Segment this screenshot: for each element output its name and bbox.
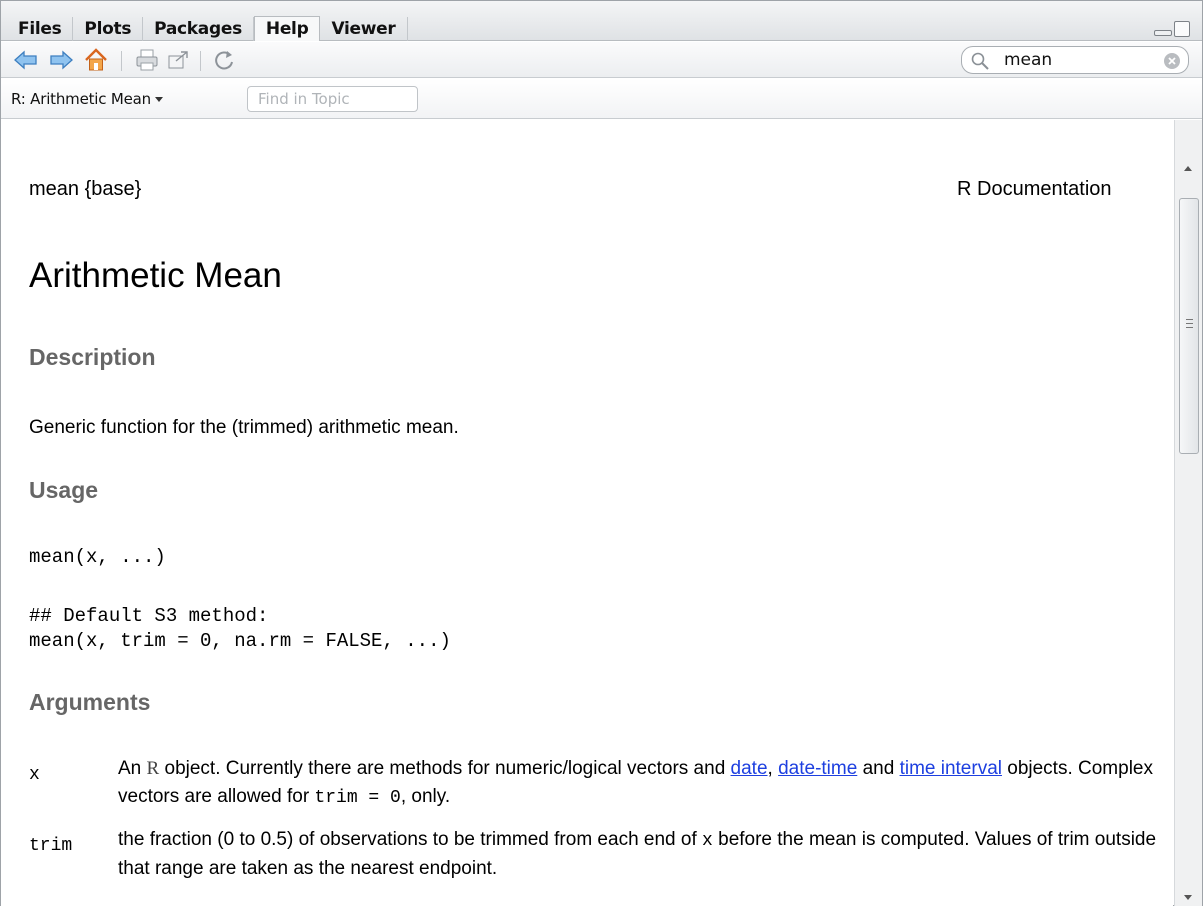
argument-description: the fraction (0 to 0.5) of observations … xyxy=(118,826,1158,883)
page-title: Arithmetic Mean xyxy=(29,256,282,295)
find-in-topic-input[interactable] xyxy=(247,86,418,112)
open-in-window-icon[interactable] xyxy=(166,47,192,73)
search-icon xyxy=(970,51,990,71)
scrollbar-thumb[interactable] xyxy=(1179,198,1199,454)
inline-code: x xyxy=(702,831,713,851)
vertical-scrollbar[interactable] xyxy=(1174,120,1202,906)
doc-source-label: R Documentation xyxy=(957,178,1112,200)
topic-history-dropdown[interactable]: R: Arithmetic Mean xyxy=(11,88,163,110)
forward-arrow-icon[interactable] xyxy=(48,47,74,73)
link-date-time[interactable]: date-time xyxy=(778,758,857,779)
home-icon[interactable] xyxy=(83,47,109,73)
argument-description: An R object. Currently there are methods… xyxy=(118,755,1158,812)
toolbar-separator xyxy=(200,51,201,71)
argument-name: trim xyxy=(29,836,73,856)
description-heading: Description xyxy=(29,344,156,370)
window-controls xyxy=(1154,21,1192,39)
scroll-up-arrow-icon[interactable] xyxy=(1184,166,1192,171)
text-span: the fraction (0 to 0.5) of observations … xyxy=(118,829,703,850)
help-toolbar xyxy=(1,42,1202,78)
tab-packages[interactable]: Packages xyxy=(143,17,254,41)
scroll-down-arrow-icon[interactable] xyxy=(1184,895,1192,900)
link-time-interval[interactable]: time interval xyxy=(900,758,1002,779)
grip-icon xyxy=(1186,319,1193,328)
chevron-down-icon xyxy=(154,97,163,102)
topic-bar: R: Arithmetic Mean xyxy=(1,79,1202,119)
tab-plots[interactable]: Plots xyxy=(73,17,144,41)
text-span: , xyxy=(767,758,779,779)
help-search-box xyxy=(961,46,1189,74)
tab-files[interactable]: Files xyxy=(13,17,74,41)
description-text: Generic function for the (trimmed) arith… xyxy=(29,417,459,438)
help-pane: Files Plots Packages Help Viewer mean R:… xyxy=(0,0,1203,906)
text-span: object. Currently there are methods for … xyxy=(159,758,731,779)
text-span: , only. xyxy=(400,786,451,807)
inline-code: trim = 0 xyxy=(314,788,401,808)
help-document: mean {base} R Documentation Arithmetic M… xyxy=(1,120,1173,906)
toolbar-separator xyxy=(121,51,122,71)
text-span: An xyxy=(118,758,147,779)
back-arrow-icon[interactable] xyxy=(13,47,39,73)
link-date[interactable]: date xyxy=(731,758,768,779)
pane-tab-bar: Files Plots Packages Help Viewer xyxy=(1,1,1202,41)
tab-list: Files Plots Packages Help Viewer xyxy=(13,16,408,41)
argument-name: x xyxy=(29,765,40,785)
usage-heading: Usage xyxy=(29,477,99,503)
print-icon[interactable] xyxy=(134,47,160,73)
maximize-pane-button[interactable] xyxy=(1174,21,1190,37)
clear-search-icon[interactable] xyxy=(1164,53,1180,69)
help-search-input[interactable] xyxy=(1004,50,1144,70)
minimize-pane-button[interactable] xyxy=(1154,30,1172,36)
arguments-heading: Arguments xyxy=(29,689,151,715)
doc-package-label: mean {base} xyxy=(29,178,142,200)
tab-viewer[interactable]: Viewer xyxy=(320,17,408,41)
tab-help[interactable]: Help xyxy=(253,16,321,41)
usage-code-comment: ## Default S3 method: xyxy=(29,605,269,627)
topic-title: R: Arithmetic Mean xyxy=(11,90,151,108)
usage-code-line: mean(x, ...) xyxy=(29,546,166,568)
text-span: and xyxy=(857,758,900,779)
usage-code-line: mean(x, trim = 0, na.rm = FALSE, ...) xyxy=(29,630,451,652)
r-label: R xyxy=(146,758,160,779)
refresh-icon[interactable] xyxy=(211,47,237,73)
